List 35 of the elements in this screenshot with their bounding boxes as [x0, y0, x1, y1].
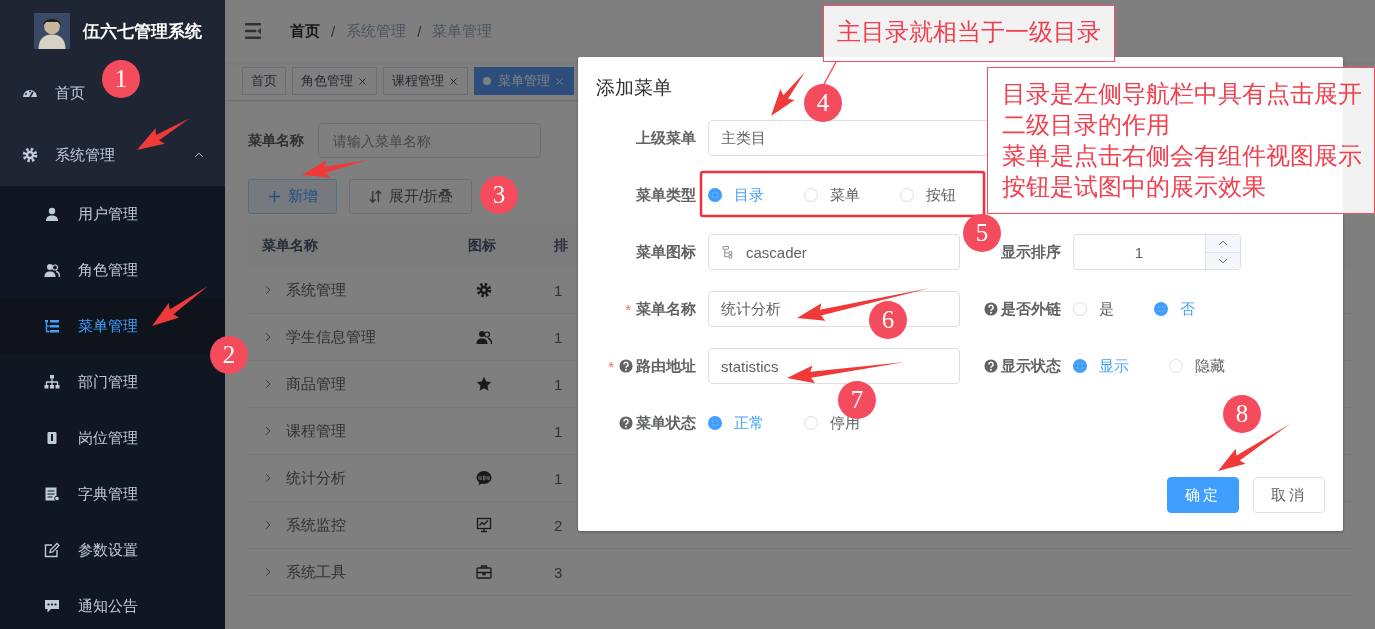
table-cell: 课程管理	[286, 421, 346, 441]
table-cell: 3	[554, 563, 563, 581]
field-label: 菜单类型	[636, 185, 696, 205]
field-label: 上级菜单	[636, 128, 696, 148]
table-cell: 统计分析	[286, 468, 346, 488]
select-value: 主类目	[721, 128, 766, 148]
field-label: 路由地址	[636, 356, 696, 376]
field-label: 显示排序	[1001, 242, 1061, 262]
table-cell: 1	[554, 281, 563, 299]
note-text: 主目录就相当于一级目录	[836, 17, 1102, 47]
app-title: 伍六七管理系统	[83, 20, 202, 43]
breadcrumb-separator: /	[331, 22, 336, 40]
table-cell: 商品管理	[286, 374, 346, 394]
table-cell: 1	[554, 469, 563, 487]
field-label: 菜单状态	[636, 413, 696, 433]
note-text: 按钮是试图中的展示效果	[1002, 172, 1267, 202]
field-label: 是否外链	[1001, 299, 1061, 319]
required-mark: *	[608, 357, 614, 375]
table-cell: 系统监控	[286, 515, 346, 535]
table-cell: 1	[554, 328, 563, 346]
field-label: 菜单图标	[636, 242, 696, 262]
note-text: 目录是左侧导航栏中具有点击展开二级目录的作用	[1002, 79, 1363, 140]
search-label: 菜单名称	[248, 131, 304, 150]
breadcrumb-separator: /	[417, 22, 422, 40]
table-cell: 系统管理	[286, 280, 346, 300]
field-label: 显示状态	[1001, 356, 1061, 376]
table-cell: 1	[554, 375, 563, 393]
required-mark: *	[625, 300, 631, 318]
dialog-title: 添加菜单	[596, 76, 672, 100]
field-label: 菜单名称	[636, 299, 696, 319]
table-cell: 2	[554, 516, 563, 534]
table-cell: 1	[554, 422, 563, 440]
table-cell: 系统工具	[286, 562, 346, 582]
table-cell: 学生信息管理	[286, 327, 376, 347]
note-text: 菜单是点击右侧会有组件视图展示	[1002, 141, 1363, 171]
